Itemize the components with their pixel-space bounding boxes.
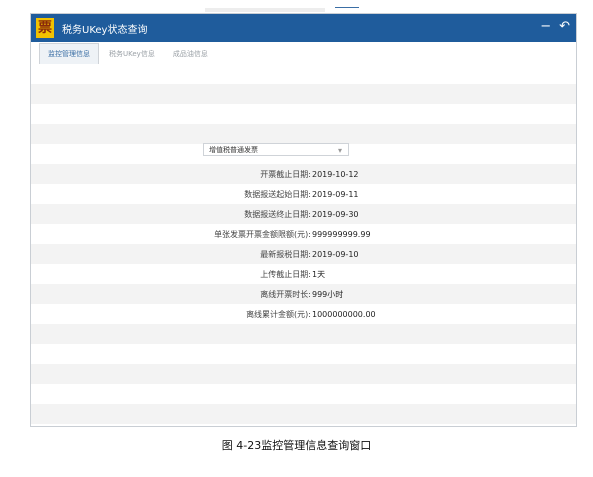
tab-refined-oil-info[interactable]: 成品油信息 [165,44,216,64]
field-value: 2019-09-11 [312,189,359,199]
minimize-icon[interactable]: − [540,20,551,34]
blank-row [31,364,576,384]
field-label: 离线累计金额(元): [246,309,311,319]
back-icon[interactable]: ↶ [559,20,570,34]
field-label: 数据报送起始日期: [244,189,311,199]
info-row-invoice-deadline: 开票截止日期: 2019-10-12 [31,164,576,184]
app-logo-icon: 票 [36,18,54,38]
blank-row [31,384,576,404]
field-label: 单张发票开票金额限额(元): [214,229,311,239]
info-row-latest-tax-report: 最新报税日期: 2019-09-10 [31,244,576,264]
figure-caption: 图 4-23监控管理信息查询窗口 [221,439,372,452]
field-label: 最新报税日期: [260,249,311,259]
blank-row [31,124,576,144]
blank-row [31,84,576,104]
info-row-offline-duration: 离线开票时长: 999小时 [31,284,576,304]
blank-row [31,64,576,84]
info-row-report-end: 数据报送终止日期: 2019-09-30 [31,204,576,224]
blank-row [31,104,576,124]
invoice-type-value: 增值税普通发票 [209,146,258,154]
info-row-report-start: 数据报送起始日期: 2019-09-11 [31,184,576,204]
field-value: 999小时 [312,289,344,299]
blank-row [31,404,576,424]
field-value: 1000000000.00 [312,309,376,319]
top-cropped-text [205,8,325,12]
field-value: 2019-09-10 [312,249,359,259]
field-value: 2019-09-30 [312,209,359,219]
blank-row [31,324,576,344]
field-label: 离线开票时长: [260,289,311,299]
ukey-status-window: 票 税务UKey状态查询 − ↶ 监控管理信息 税务UKey信息 成品油信息 增… [30,13,577,427]
invoice-type-select[interactable]: 增值税普通发票 ▾ [203,143,349,156]
title-bar: 票 税务UKey状态查询 − ↶ [31,14,576,42]
tab-bar: 监控管理信息 税务UKey信息 成品油信息 [31,42,576,65]
tab-ukey-info[interactable]: 税务UKey信息 [101,44,163,64]
chevron-down-icon: ▾ [337,146,342,155]
info-row-upload-deadline: 上传截止日期: 1天 [31,264,576,284]
field-label: 数据报送终止日期: [244,209,311,219]
field-value: 2019-10-12 [312,169,359,179]
field-label: 开票截止日期: [260,169,311,179]
window-controls: − ↶ [540,20,570,34]
top-cropped-link [335,4,359,8]
blank-row [31,344,576,364]
tab-monitoring-info[interactable]: 监控管理信息 [39,43,99,65]
select-row: 增值税普通发票 ▾ [31,143,576,164]
info-row-offline-amount: 离线累计金额(元): 1000000000.00 [31,304,576,324]
info-row-single-invoice-limit: 单张发票开票金额限额(元): 999999999.99 [31,224,576,244]
window-title: 税务UKey状态查询 [62,24,148,36]
field-label: 上传截止日期: [260,269,311,279]
field-value: 1天 [312,269,326,279]
info-rows: 增值税普通发票 ▾ 开票截止日期: 2019-10-12 数据报送起始日期: 2… [31,64,576,424]
field-value: 999999999.99 [312,229,371,239]
